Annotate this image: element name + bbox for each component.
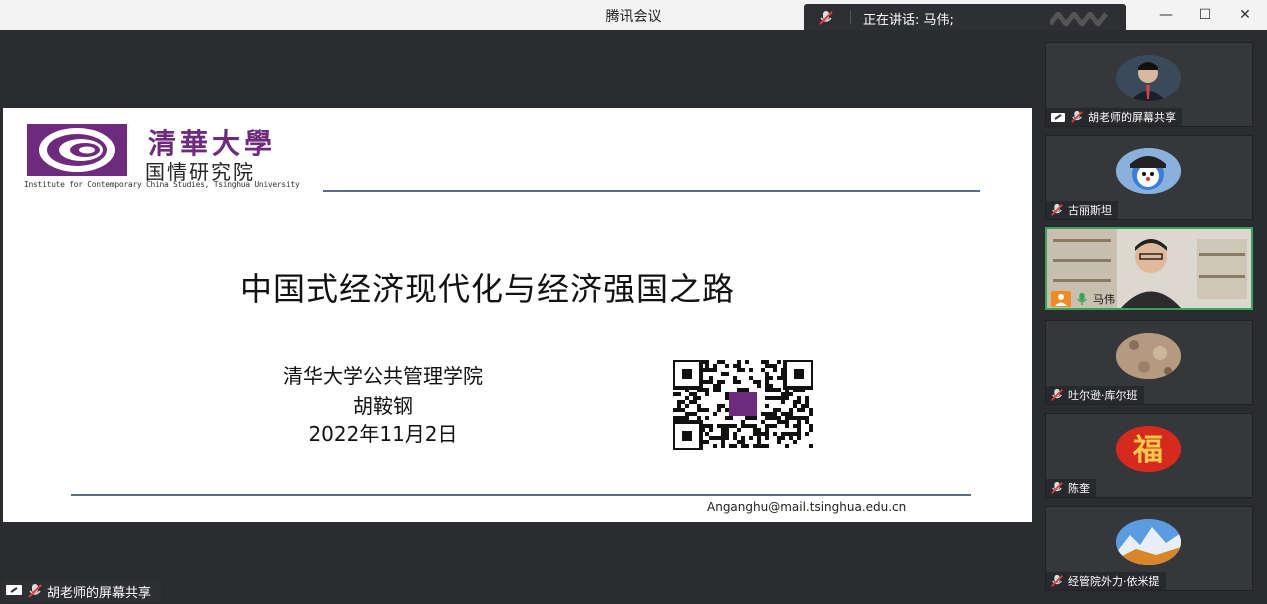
muted-mic-icon: [1050, 574, 1064, 588]
participant-panel: 胡老师的屏幕共享 古丽斯坦 马伟 吐尔逊·库尔班 福 陈奎 经管院外力·依米提: [1032, 30, 1267, 604]
svg-text:福: 福: [1132, 433, 1163, 468]
participant-name-tag: 吐尔逊·库尔班: [1046, 386, 1144, 404]
qr-code-icon: [671, 358, 815, 452]
slide-email: Anganghu@mail.tsinghua.edu.cn: [707, 500, 907, 514]
avatar: [1116, 148, 1181, 194]
logo-english-name: Institute for Contemporary China Studies…: [24, 180, 300, 189]
screen-share-label: 胡老师的屏幕共享: [3, 580, 162, 602]
participant-tile[interactable]: 经管院外力·依米提: [1045, 506, 1253, 591]
avatar: [1116, 333, 1181, 379]
meeting-window: 腾讯会议 正在讲话: 马伟; — ☐ ✕ 清華大學 国情研究院 Institut…: [0, 0, 1267, 604]
participant-name-tag: 经管院外力·依米提: [1046, 572, 1166, 590]
speaking-indicator: 正在讲话: 马伟;: [804, 4, 1126, 30]
muted-mic-icon: [1050, 481, 1064, 495]
slide-title: 中国式经济现代化与经济强国之路: [239, 270, 735, 308]
participant-tile[interactable]: 胡老师的屏幕共享: [1045, 42, 1253, 127]
participant-tile-active[interactable]: 马伟: [1045, 227, 1253, 310]
participant-name: 马伟: [1093, 293, 1115, 306]
participant-name-tag: 古丽斯坦: [1046, 201, 1118, 219]
user-avatar-icon: [1051, 291, 1071, 307]
participant-name-tag: 胡老师的屏幕共享: [1046, 108, 1182, 126]
avatar: 福: [1116, 426, 1181, 472]
avatar: [1116, 55, 1181, 101]
minimize-button[interactable]: —: [1157, 6, 1175, 24]
screen-share-icon: [1050, 111, 1066, 124]
participant-tile[interactable]: 福 陈奎: [1045, 413, 1253, 498]
participant-name: 胡老师的屏幕共享: [1088, 111, 1176, 124]
muted-mic-icon: [1050, 388, 1064, 402]
screen-share-owner: 胡老师的屏幕共享: [47, 585, 152, 601]
tsinghua-logo-icon: [27, 124, 127, 176]
participant-name: 吐尔逊·库尔班: [1068, 389, 1138, 402]
slide-date: 2022年11月2日: [308, 422, 458, 446]
muted-mic-icon: [818, 10, 834, 30]
avatar: [1116, 519, 1181, 565]
divider: [850, 10, 851, 24]
title-bar: 腾讯会议 正在讲话: 马伟; — ☐ ✕: [0, 0, 1267, 30]
slide-author: 胡鞍钢: [353, 394, 413, 418]
close-button[interactable]: ✕: [1236, 6, 1254, 24]
participant-name-tag: 马伟: [1047, 290, 1121, 308]
muted-mic-icon: [27, 583, 43, 599]
participant-tile[interactable]: 吐尔逊·库尔班: [1045, 320, 1253, 405]
speaking-label: 正在讲话: 马伟;: [863, 13, 954, 28]
slide-school: 清华大学公共管理学院: [283, 364, 483, 388]
active-mic-icon: [1075, 292, 1089, 306]
participant-name: 陈奎: [1068, 482, 1090, 495]
participant-tile[interactable]: 古丽斯坦: [1045, 135, 1253, 220]
screen-share-icon: [5, 584, 23, 599]
participant-name-tag: 陈奎: [1046, 479, 1096, 497]
participant-name: 古丽斯坦: [1068, 204, 1112, 217]
divider: [71, 494, 971, 496]
divider: [323, 190, 980, 192]
participant-name: 经管院外力·依米提: [1068, 575, 1160, 588]
maximize-button[interactable]: ☐: [1196, 6, 1214, 24]
presentation-slide: 清華大學 国情研究院 Institute for Contemporary Ch…: [3, 108, 1032, 522]
tencent-meeting-logo-icon: [1048, 9, 1110, 30]
screen-share-view[interactable]: 清華大學 国情研究院 Institute for Contemporary Ch…: [3, 30, 1032, 602]
muted-mic-icon: [1070, 110, 1084, 124]
muted-mic-icon: [1050, 203, 1064, 217]
